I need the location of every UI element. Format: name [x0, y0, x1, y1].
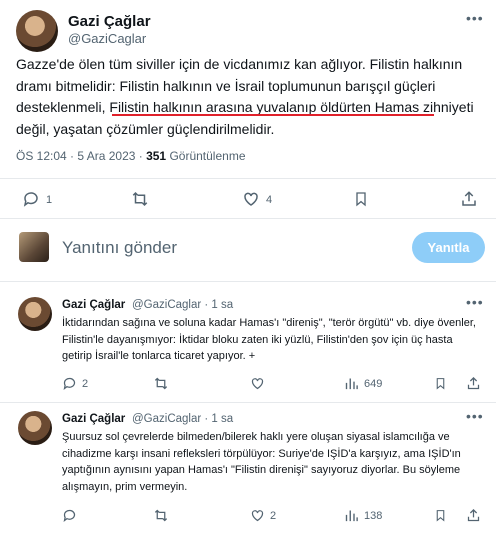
red-underline [112, 114, 434, 116]
more-options-icon[interactable]: ••• [466, 408, 484, 424]
reply-icon[interactable] [22, 190, 40, 208]
views-label: Görüntülenme [166, 149, 246, 163]
views-icon[interactable] [344, 376, 359, 391]
views-count: 649 [364, 378, 383, 390]
like-count: 2 [270, 510, 277, 522]
share-icon[interactable] [466, 376, 481, 391]
reply-text: Şuursuz sol çevrelerde bilmeden/bilerek … [62, 431, 461, 493]
reply-avatar[interactable] [18, 411, 52, 445]
views-icon[interactable] [344, 508, 359, 523]
retweet-icon[interactable] [130, 190, 150, 208]
tweet-text: Gazze'de ölen tüm siviller için de vicda… [16, 54, 488, 140]
reply-count: 1 [46, 194, 53, 206]
reply-handle-time[interactable]: @GaziCaglar · 1 sa [132, 299, 233, 311]
like-icon[interactable] [242, 190, 260, 208]
more-options-icon[interactable]: ••• [466, 10, 484, 26]
views-count: 351 [146, 149, 167, 163]
like-icon[interactable] [250, 508, 265, 523]
divider [0, 402, 496, 403]
divider [0, 281, 496, 282]
retweet-icon[interactable] [153, 508, 169, 523]
retweet-icon[interactable] [153, 376, 169, 391]
composer-avatar [19, 232, 49, 262]
like-count: 4 [266, 194, 273, 206]
reply-avatar[interactable] [18, 297, 52, 331]
reply-icon[interactable] [62, 508, 77, 523]
reply-text: İktidarından sağına ve soluna kadar Hama… [62, 317, 476, 362]
tweet-timestamp[interactable]: ÖS 12:04 · 5 Ara 2023 · [16, 149, 146, 163]
author-avatar[interactable] [16, 10, 58, 52]
tweet-meta: ÖS 12:04 · 5 Ara 2023 · 351 Görüntülenme [16, 149, 246, 163]
bookmark-icon[interactable] [353, 190, 369, 208]
reply-input[interactable]: Yanıtını gönder [62, 238, 177, 258]
reply-icon[interactable] [62, 376, 77, 391]
reply-handle-time[interactable]: @GaziCaglar · 1 sa [132, 413, 233, 425]
share-icon[interactable] [460, 190, 478, 208]
bookmark-icon[interactable] [434, 508, 447, 523]
reply-count: 2 [82, 378, 89, 390]
author-handle[interactable]: @GaziCaglar [68, 31, 146, 46]
bookmark-icon[interactable] [434, 376, 447, 391]
like-icon[interactable] [250, 376, 265, 391]
share-icon[interactable] [466, 508, 481, 523]
more-options-icon[interactable]: ••• [466, 294, 484, 310]
reply-author-name[interactable]: Gazi Çağlar [62, 299, 125, 311]
author-name[interactable]: Gazi Çağlar [68, 13, 151, 30]
reply-author-name[interactable]: Gazi Çağlar [62, 413, 125, 425]
divider [0, 218, 496, 219]
reply-button[interactable]: Yanıtla [412, 232, 485, 263]
tweet-text-underlined: Filistin halkının arasına yuvalanıp öldü… [109, 99, 420, 115]
divider [0, 178, 496, 179]
views-count: 138 [364, 510, 383, 522]
